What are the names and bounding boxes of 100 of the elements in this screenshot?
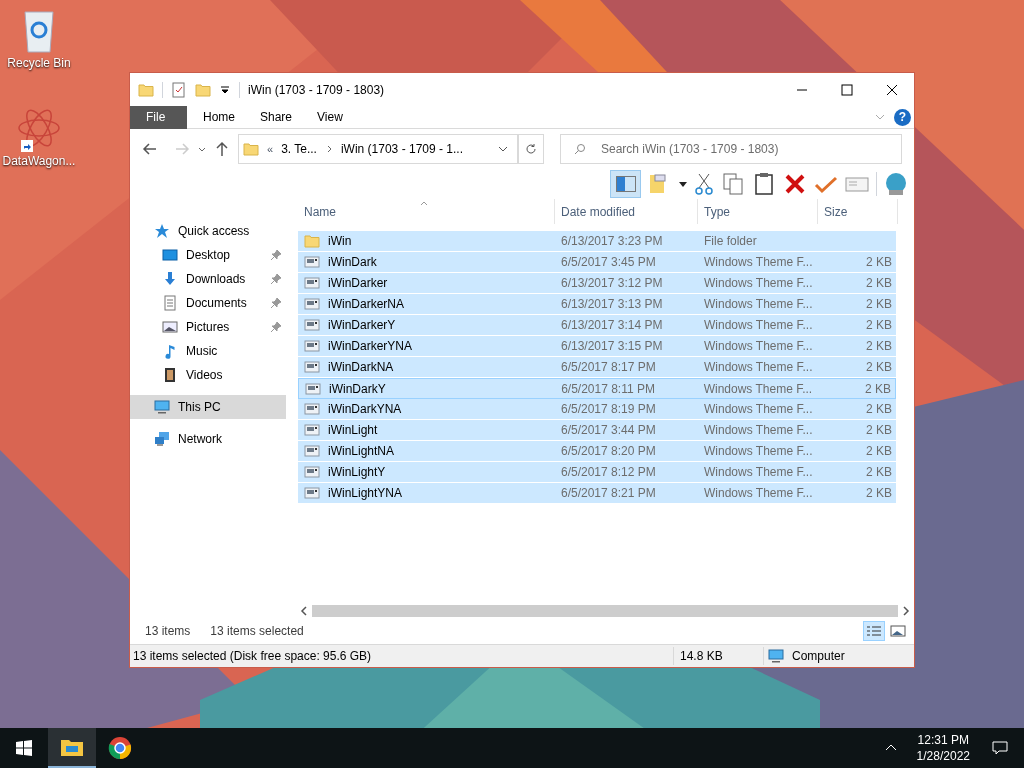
selection-count: 13 items selected bbox=[210, 623, 304, 640]
ribbon-tab[interactable]: Home bbox=[187, 105, 244, 129]
theme-file-icon bbox=[304, 464, 320, 480]
file-row[interactable]: iWin 6/13/2017 3:23 PM File folder bbox=[298, 231, 896, 252]
nav-item[interactable]: Network bbox=[130, 427, 286, 451]
file-row[interactable]: iWinLightNA 6/5/2017 8:20 PM Windows Theme F... 2 KB bbox=[298, 441, 896, 462]
scroll-right-icon[interactable] bbox=[900, 605, 912, 617]
up-arrow-icon[interactable] bbox=[214, 141, 230, 157]
sort-caret-icon bbox=[420, 199, 428, 207]
file-name: iWinDarkerY bbox=[328, 317, 396, 334]
dropdown-caret-icon[interactable] bbox=[679, 180, 687, 188]
theme-file-icon bbox=[304, 485, 320, 501]
file-row[interactable]: iWinDarkerY 6/13/2017 3:14 PM Windows Theme F... 2 KB bbox=[298, 315, 896, 336]
clock[interactable]: 12:31 PM 1/28/2022 bbox=[910, 732, 976, 764]
file-name: iWinLightYNA bbox=[328, 485, 403, 502]
file-row[interactable]: iWinDarkNA 6/5/2017 8:17 PM Windows Theme F... 2 KB bbox=[298, 357, 896, 378]
date-cell-text: 6/13/2017 3:15 PM bbox=[560, 338, 664, 355]
address-bar[interactable]: « 3. Te... iWin (1703 - 1709 - 1... bbox=[238, 134, 518, 164]
properties-icon[interactable] bbox=[171, 81, 187, 98]
theme-file-icon bbox=[304, 275, 320, 291]
pin-icon[interactable] bbox=[270, 273, 282, 285]
theme-file-icon bbox=[305, 380, 321, 397]
pin-icon[interactable] bbox=[270, 249, 282, 261]
theme-file-icon bbox=[304, 338, 320, 354]
breadcrumb[interactable]: 3. Te... bbox=[281, 140, 317, 158]
type-cell-text: Windows Theme F... bbox=[703, 359, 814, 376]
file-name: iWinDarker bbox=[328, 275, 388, 292]
nav-item[interactable]: Documents bbox=[130, 291, 290, 315]
nav-item[interactable]: This PC bbox=[130, 395, 286, 419]
details-view-button[interactable] bbox=[863, 621, 885, 641]
size-cell-text: 2 KB bbox=[864, 380, 892, 398]
back-arrow-icon[interactable] bbox=[142, 141, 158, 157]
column-header[interactable]: Name bbox=[298, 199, 555, 224]
scrollbar-thumb[interactable] bbox=[312, 605, 898, 617]
file-row[interactable]: iWinDarkY 6/5/2017 8:11 PM Windows Theme F... 2 KB bbox=[298, 378, 896, 399]
type-cell-text: Windows Theme F... bbox=[703, 422, 814, 439]
file-row[interactable]: iWinLightYNA 6/5/2017 8:21 PM Windows Theme F... 2 KB bbox=[298, 483, 896, 504]
date-cell-text: 6/5/2017 8:21 PM bbox=[560, 485, 657, 502]
start-icon[interactable] bbox=[16, 740, 32, 756]
pin-icon[interactable] bbox=[270, 321, 282, 333]
size-cell-text: 2 KB bbox=[865, 464, 893, 481]
date-cell-text: 6/5/2017 8:17 PM bbox=[560, 359, 657, 376]
file-row[interactable]: iWinDarker 6/13/2017 3:12 PM Windows Theme F... 2 KB bbox=[298, 273, 896, 294]
nav-item[interactable]: Videos bbox=[130, 363, 290, 387]
file-row[interactable]: iWinDark 6/5/2017 3:45 PM Windows Theme F... 2 KB bbox=[298, 252, 896, 273]
search-field[interactable]: Search iWin (1703 - 1709 - 1803) bbox=[560, 134, 902, 164]
file-row[interactable]: iWinDarkerYNA 6/13/2017 3:15 PM Windows Theme F... 2 KB bbox=[298, 336, 896, 357]
file-row[interactable]: iWinLight 6/5/2017 3:44 PM Windows Theme F... 2 KB bbox=[298, 420, 896, 441]
breadcrumb[interactable]: iWin (1703 - 1709 - 1... bbox=[340, 140, 463, 158]
file-name: iWinLightY bbox=[328, 464, 386, 481]
file-name: iWinLightNA bbox=[328, 443, 395, 460]
computer-icon bbox=[768, 648, 784, 664]
ribbon-tab[interactable]: Share bbox=[244, 105, 301, 129]
window-title: iWin (1703 - 1709 - 1803) bbox=[248, 81, 385, 99]
scissors-icon[interactable] bbox=[694, 172, 714, 196]
notification-icon[interactable] bbox=[992, 740, 1008, 756]
size-cell-text: 2 KB bbox=[865, 296, 893, 313]
refresh-button[interactable] bbox=[518, 134, 544, 164]
folder-icon bbox=[60, 737, 84, 757]
pin-icon[interactable] bbox=[270, 297, 282, 309]
network-icon bbox=[154, 431, 170, 447]
ribbon-tab[interactable]: File bbox=[130, 105, 187, 129]
file-row[interactable]: iWinLightY 6/5/2017 8:12 PM Windows Theme F... 2 KB bbox=[298, 462, 896, 483]
file-row[interactable]: iWinDarkerNA 6/13/2017 3:13 PM Windows Theme F... 2 KB bbox=[298, 294, 896, 315]
date-cell-text: 6/13/2017 3:13 PM bbox=[560, 296, 664, 313]
chevron-down-icon[interactable] bbox=[198, 145, 206, 153]
delete-icon[interactable] bbox=[783, 172, 807, 196]
date-cell-text: 6/5/2017 8:20 PM bbox=[560, 443, 657, 460]
nav-item[interactable]: Quick access bbox=[130, 219, 286, 243]
computer-icon bbox=[154, 399, 170, 415]
file-name: iWinDarkY bbox=[329, 380, 386, 398]
type-cell-text: Windows Theme F... bbox=[703, 296, 814, 313]
size-cell-text: 2 KB bbox=[865, 359, 893, 376]
ribbon-tab[interactable]: View bbox=[301, 105, 358, 129]
size-cell-text: 2 KB bbox=[865, 317, 893, 334]
monitor-icon bbox=[162, 247, 178, 263]
nav-item[interactable]: Desktop bbox=[130, 243, 290, 267]
list-icon bbox=[866, 625, 882, 637]
file-row[interactable]: iWinDarkYNA 6/5/2017 8:19 PM Windows Theme F... 2 KB bbox=[298, 399, 896, 420]
dropdown-caret-icon[interactable] bbox=[219, 83, 231, 96]
nav-item[interactable]: Pictures bbox=[130, 315, 290, 339]
scroll-left-icon[interactable] bbox=[298, 605, 310, 617]
file-name: iWinDarkerNA bbox=[328, 296, 404, 313]
copy-icon[interactable] bbox=[721, 172, 745, 196]
column-header[interactable]: Type bbox=[698, 199, 818, 224]
globe-icon[interactable] bbox=[884, 172, 908, 196]
size-cell-text: 2 KB bbox=[865, 485, 893, 502]
status-location: Computer bbox=[792, 648, 845, 665]
nav-item[interactable]: Music bbox=[130, 339, 290, 363]
size-cell-text: 2 KB bbox=[865, 338, 893, 355]
breadcrumb-overflow[interactable]: « bbox=[267, 140, 274, 158]
help-icon[interactable]: ? bbox=[894, 108, 911, 126]
column-header[interactable]: Size bbox=[818, 199, 898, 224]
file-explorer-taskbar-button[interactable] bbox=[48, 728, 96, 768]
column-header[interactable]: Date modified bbox=[555, 199, 698, 224]
clipboard-icon[interactable] bbox=[752, 172, 776, 196]
type-cell-text: Windows Theme F... bbox=[703, 485, 814, 502]
date-cell-text: 6/5/2017 3:44 PM bbox=[560, 422, 657, 439]
preview-pane-icon[interactable] bbox=[610, 170, 641, 198]
nav-item[interactable]: Downloads bbox=[130, 267, 290, 291]
